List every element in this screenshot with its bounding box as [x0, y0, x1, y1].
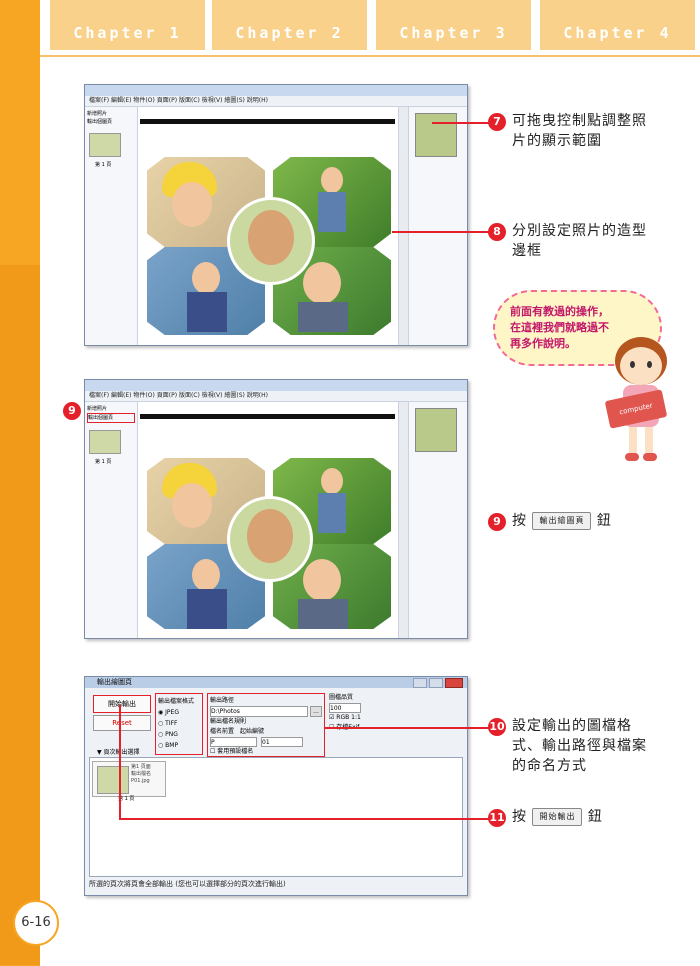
page-thumbnail[interactable]	[89, 133, 121, 157]
callout-8-number: 8	[488, 223, 506, 241]
photo-canvas[interactable]	[145, 456, 393, 631]
preview-thumbnail[interactable]	[415, 408, 457, 452]
thumbnail-label: 第 1 頁	[95, 459, 112, 465]
sidebar-item-add-photo[interactable]: 新增照片	[87, 110, 135, 118]
name-prefix-input[interactable]: P	[210, 737, 257, 747]
side-stripe	[0, 265, 40, 965]
chapter-tab-4: Chapter 4	[540, 0, 695, 50]
callout-8-text: 分別設定照片的造型邊框	[512, 223, 647, 259]
callout-10-number: 10	[488, 718, 506, 736]
minimize-icon[interactable]	[413, 678, 427, 688]
bubble-line-1: 前面有教過的操作，	[510, 305, 609, 318]
start-export-button[interactable]: 開始輸出	[93, 695, 151, 713]
quality-group: 圖檔品質 100 ☑ RGB 1:1 ☐ 存檔Exif	[329, 693, 369, 757]
photo-center-round[interactable]	[227, 496, 313, 582]
callout-9-number: 9	[488, 513, 506, 531]
quality-label: 圖檔品質	[329, 694, 354, 701]
format-jpeg[interactable]: ◉ JPEG	[158, 707, 200, 718]
callout-9-post: 鈕	[596, 513, 612, 529]
callout-11-number: 11	[488, 809, 506, 827]
callout-10-text: 設定輸出的圖檔格式、輸出路徑與檔案的命名方式	[512, 718, 647, 774]
callout-9-text: 按 輸出繪圖頁 鈕	[512, 511, 692, 531]
path-naming-group: 輸出路徑 D:\Photos ... 輸出檔名規則 檔名前置 起始編號 P 01…	[207, 693, 325, 757]
format-png[interactable]: ○ PNG	[158, 729, 200, 740]
ruler-bar	[140, 119, 395, 124]
callout-11-text: 按 開始輸出 鈕	[512, 807, 692, 827]
status-bar: 所選的頁次將頁會全部輸出 (您也可以選擇部分的頁次進行輸出)	[89, 880, 286, 888]
header-divider	[40, 55, 700, 57]
export-page-button-image: 輸出繪圖頁	[532, 512, 592, 530]
browse-button[interactable]: ...	[310, 706, 322, 717]
preview-thumbnail[interactable]	[415, 113, 457, 157]
maximize-icon[interactable]	[429, 678, 443, 688]
export-dialog: 輸出繪圖頁 開始輸出 Reset 輸出檔案格式 ◉ JPEG ○ TIFF ○ …	[84, 676, 468, 896]
quality-input[interactable]: 100	[329, 703, 361, 713]
left-panel: 新增照片 輸出個圖頁 第 1 頁	[85, 107, 138, 345]
name-prefix-label: 檔名前置	[210, 728, 235, 735]
ruler-bar	[140, 414, 395, 419]
window-controls	[413, 678, 463, 688]
ratio-checkbox[interactable]: ☑ RGB 1:1	[329, 713, 369, 723]
editor-screenshot-2: 檔案(F) 編輯(E) 物件(O) 頁面(P) 版面(C) 檢視(V) 繪圖(S…	[84, 379, 468, 639]
bubble-text: 前面有教過的操作， 在這裡我們就略過不 再多作說明。	[510, 304, 609, 352]
format-group-label: 輸出檔案格式	[158, 698, 195, 705]
chapter-tab-2: Chapter 2	[212, 0, 367, 50]
naming-label: 輸出檔名規則	[210, 718, 247, 725]
chapter-tab-3: Chapter 3	[376, 0, 531, 50]
format-tiff[interactable]: ○ TIFF	[158, 718, 200, 729]
menu-bar: 檔案(F) 編輯(E) 物件(O) 頁面(P) 版面(C) 檢視(V) 繪圖(S…	[85, 391, 467, 402]
window-titlebar	[85, 380, 467, 391]
start-number-input[interactable]: 01	[261, 737, 303, 747]
photo-canvas[interactable]	[145, 155, 393, 337]
path-label: 輸出路徑	[210, 697, 235, 704]
chapter-tab-1: Chapter 1	[50, 0, 205, 50]
bubble-line-2: 在這裡我們就略過不	[510, 321, 609, 334]
right-panel	[408, 402, 467, 638]
left-panel: 新增照片 輸出個圖頁 第 1 頁	[85, 402, 138, 638]
sidebar-item-export[interactable]: 輸出個圖頁	[87, 118, 135, 126]
auto-name-checkbox[interactable]: ☐ 套用預設檔名	[210, 747, 322, 757]
start-export-button-image: 開始輸出	[532, 808, 583, 826]
callout-11-post: 鈕	[587, 809, 603, 825]
page-thumbnail-item[interactable]: 第1 頁面 輸出檔名 P01.jpg	[92, 761, 166, 797]
callout-8-line	[392, 231, 490, 233]
menu-bar: 檔案(F) 編輯(E) 物件(O) 頁面(P) 版面(C) 檢視(V) 繪圖(S…	[85, 96, 467, 107]
mascot-girl: computer	[603, 335, 678, 465]
callout-11-pre: 按	[512, 809, 527, 825]
right-panel	[408, 107, 467, 345]
start-number-label: 起始編號	[240, 728, 265, 735]
sidebar-item-add-photo[interactable]: 新增照片	[87, 405, 135, 413]
callout-7-number: 7	[488, 113, 506, 131]
page-number: 6-16	[13, 900, 59, 946]
window-titlebar	[85, 85, 467, 96]
callout-11-line-vertical	[119, 705, 121, 819]
editor-screenshot-1: 檔案(F) 編輯(E) 物件(O) 頁面(P) 版面(C) 檢視(V) 繪圖(S…	[84, 84, 468, 346]
page-thumbnail-info: 第1 頁面 輸出檔名 P01.jpg	[131, 764, 152, 784]
dialog-titlebar: 輸出繪圖頁	[85, 677, 467, 688]
reset-button[interactable]: Reset	[93, 715, 151, 731]
callout-10-line	[324, 727, 490, 729]
sidebar-item-export[interactable]: 輸出個圖頁	[87, 413, 135, 423]
marker-9-number: 9	[63, 402, 81, 420]
page-thumbnail[interactable]	[89, 430, 121, 454]
page-list: 第1 頁面 輸出檔名 P01.jpg 第 1 頁	[89, 757, 463, 877]
path-input[interactable]: D:\Photos	[210, 706, 308, 717]
format-bmp[interactable]: ○ BMP	[158, 740, 200, 751]
thumbnail-label: 第 1 頁	[95, 162, 112, 168]
format-group: 輸出檔案格式 ◉ JPEG ○ TIFF ○ PNG ○ BMP	[155, 693, 203, 755]
close-icon[interactable]	[445, 678, 463, 688]
page-thumbnail-image	[97, 766, 129, 794]
bubble-line-3: 再多作說明。	[510, 337, 576, 350]
callout-9-pre: 按	[512, 513, 527, 529]
photo-center-round[interactable]	[227, 197, 315, 285]
callout-7-line	[432, 122, 490, 124]
callout-11-line-horizontal	[119, 818, 490, 820]
callout-7-text: 可拖曳控制點調整照片的顯示範圍	[512, 113, 647, 149]
